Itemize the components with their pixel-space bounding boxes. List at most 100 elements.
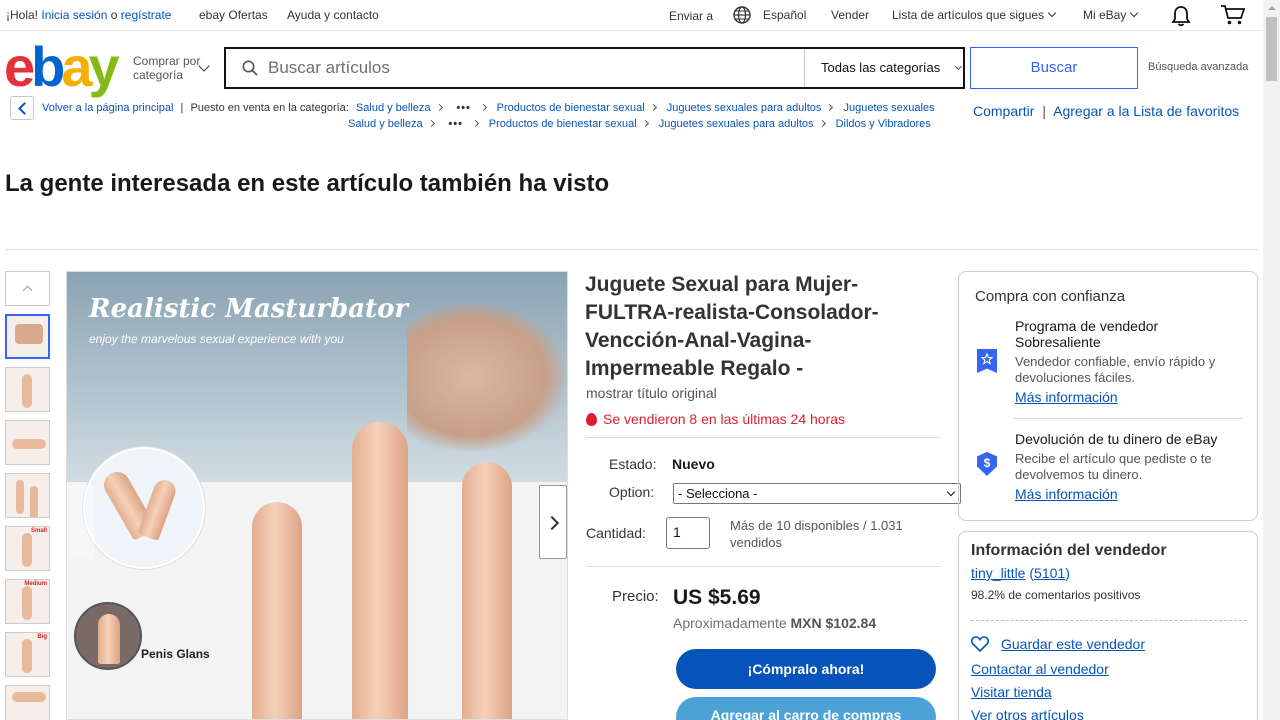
seller-heading: Información del vendedor	[971, 542, 1167, 559]
sell-link[interactable]: Vender	[831, 8, 869, 22]
thumbnail[interactable]: Medium	[5, 579, 50, 624]
more-info-link[interactable]: Más información	[1015, 389, 1118, 405]
deals-link[interactable]: ebay Ofertas	[199, 8, 268, 22]
positive-feedback: 98.2% de comentarios positivos	[971, 588, 1141, 602]
breadcrumb-link[interactable]: Juguetes sexuales para adultos	[659, 118, 814, 130]
main-product-image[interactable]: Realistic Masturbator enjoy the marvelou…	[66, 271, 568, 720]
add-to-watchlist-link[interactable]: Agregar a la Lista de favoritos	[1053, 103, 1239, 119]
quantity-input[interactable]: 1	[666, 517, 710, 549]
money-back-title: Devolución de tu dinero de eBay	[1015, 431, 1218, 447]
my-ebay-menu[interactable]: Mi eBay	[1083, 8, 1139, 22]
save-seller-link[interactable]: Guardar este vendedor	[1001, 636, 1145, 652]
price-label: Precio:	[612, 588, 659, 605]
image-overlay-title: Realistic Masturbator	[89, 294, 409, 324]
product-shape	[252, 502, 302, 719]
image-prev-area[interactable]	[67, 485, 95, 559]
shop-by-category-button[interactable]: Comprar por categoría	[133, 54, 210, 82]
heart-icon[interactable]	[970, 636, 990, 653]
breadcrumb-link[interactable]: Dildos y Vibradores	[836, 118, 931, 130]
scroll-up-arrow-icon[interactable]	[1263, 0, 1280, 17]
breadcrumb-link[interactable]: Salud y belleza	[348, 118, 423, 130]
chevron-right-icon	[471, 119, 479, 128]
chevron-right-icon	[641, 119, 649, 128]
thumbnail[interactable]	[5, 314, 50, 359]
divider	[5, 249, 1258, 250]
ebay-logo[interactable]: ebay	[4, 39, 120, 95]
breadcrumb-link[interactable]: Salud y belleza	[356, 102, 431, 114]
share-watch-bar: Compartir | Agregar a la Lista de favori…	[973, 103, 1239, 119]
ship-to-button[interactable]: Enviar a	[669, 9, 713, 23]
top-utility-bar: ¡Hola! Inicia sesión o regístrate ebay O…	[0, 0, 1262, 31]
thumbnail[interactable]: Small	[5, 526, 50, 571]
option-label: Option:	[609, 484, 655, 500]
search-button[interactable]: Buscar	[970, 47, 1138, 89]
approx-prefix: Aproximadamente	[673, 615, 787, 631]
other-items-link[interactable]: Ver otros artículos	[971, 707, 1084, 720]
my-ebay-label: Mi eBay	[1083, 8, 1127, 22]
logo-letter-a: a	[61, 35, 92, 98]
back-arrow-icon[interactable]	[10, 96, 34, 120]
search-input[interactable]: Buscar artículos	[268, 58, 390, 78]
more-info-link[interactable]: Más información	[1015, 486, 1118, 502]
breadcrumb-ellipsis[interactable]: •••	[445, 118, 467, 130]
shop-by-category-line2: categoría	[133, 68, 184, 82]
chevron-right-icon	[649, 103, 657, 112]
image-figure	[407, 302, 567, 452]
product-shape	[352, 422, 408, 719]
buy-now-button[interactable]: ¡Cómpralo ahora!	[676, 649, 936, 689]
chevron-right-icon	[427, 119, 435, 128]
option-select[interactable]: - Selecciona -	[673, 483, 961, 504]
thumbnail[interactable]	[5, 473, 50, 518]
feedback-close-paren: )	[1065, 565, 1070, 581]
thumbnail-tag: Big	[37, 634, 47, 640]
seller-name-link[interactable]: tiny_little	[971, 565, 1025, 581]
flame-icon	[586, 413, 597, 426]
chevron-right-icon	[818, 119, 826, 128]
scrollbar-thumb[interactable]	[1266, 17, 1277, 81]
breadcrumb-link[interactable]: Productos de bienestar sexual	[497, 102, 645, 114]
register-link[interactable]: regístrate	[121, 8, 172, 22]
advanced-search-link[interactable]: Búsqueda avanzada	[1148, 61, 1248, 73]
star-badge-icon	[977, 349, 997, 373]
show-original-title-link[interactable]: mostrar título original	[586, 385, 717, 401]
listed-in-label: Puesto en venta en la categoría:	[190, 102, 349, 114]
breadcrumb-link[interactable]: Juguetes sexuales para adultos	[667, 102, 822, 114]
category-select[interactable]: Todas las categorías	[804, 49, 963, 87]
page-scrollbar[interactable]	[1263, 0, 1280, 720]
breadcrumb-ellipsis[interactable]: •••	[453, 102, 475, 114]
share-link[interactable]: Compartir	[973, 103, 1034, 119]
feedback-count-link[interactable]: 5101	[1034, 565, 1065, 581]
thumbnail-scroll-up-button[interactable]	[5, 271, 50, 306]
cart-icon[interactable]	[1220, 4, 1246, 29]
breadcrumb-divider: |	[180, 102, 184, 114]
sold-recently-notice: Se vendieron 8 en las últimas 24 horas	[586, 411, 845, 427]
help-link[interactable]: Ayuda y contacto	[287, 8, 379, 22]
also-viewed-heading: La gente interesada en este artículo tam…	[5, 170, 610, 197]
thumbnail[interactable]	[5, 367, 50, 412]
signin-link[interactable]: Inicia sesión	[41, 8, 107, 22]
thumbnail[interactable]	[5, 685, 50, 720]
watchlist-label: Lista de artículos que sigues	[892, 8, 1045, 22]
condition-value: Nuevo	[672, 456, 715, 472]
contact-seller-link[interactable]: Contactar al vendedor	[971, 661, 1109, 677]
watchlist-menu[interactable]: Lista de artículos que sigues	[892, 8, 1057, 22]
money-back-desc: Recibe el artículo que pediste o te devo…	[1015, 451, 1212, 482]
top-seller-desc: Vendedor confiable, envío rápido y devol…	[1015, 354, 1216, 385]
divider	[586, 437, 940, 438]
breadcrumb-link[interactable]: Productos de bienestar sexual	[489, 118, 637, 130]
image-next-button[interactable]	[539, 485, 567, 559]
category-select-label: Todas las categorías	[821, 60, 941, 75]
breadcrumb-link[interactable]: Juguetes sexuales	[843, 102, 934, 114]
greeting: ¡Hola! Inicia sesión o regístrate	[6, 8, 171, 22]
globe-icon[interactable]	[733, 6, 751, 27]
thumbnail[interactable]	[5, 420, 50, 465]
language-selector[interactable]: Español	[763, 8, 806, 22]
visit-store-link[interactable]: Visitar tienda	[971, 684, 1052, 700]
chevron-right-icon	[826, 103, 834, 112]
back-to-home-link[interactable]: Volver a la página principal	[42, 102, 173, 114]
thumbnail[interactable]: Big	[5, 632, 50, 677]
chevron-down-icon	[954, 62, 962, 71]
bell-icon[interactable]	[1170, 5, 1192, 30]
logo-letter-b: b	[31, 35, 65, 98]
add-to-cart-button[interactable]: Agregar al carro de compras	[676, 697, 936, 720]
